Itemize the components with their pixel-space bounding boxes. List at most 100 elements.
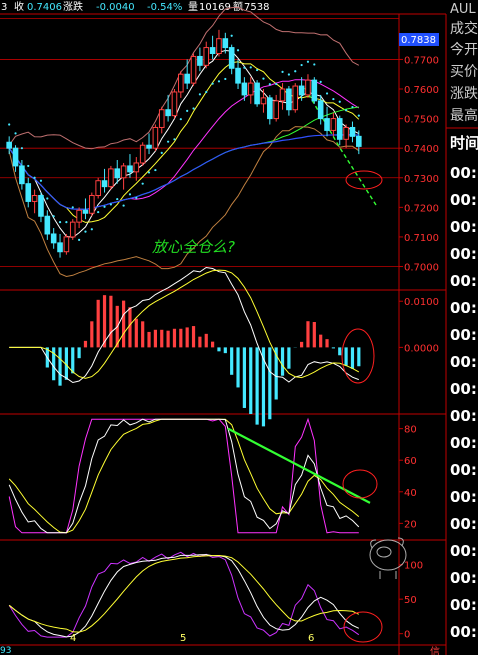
annotation-circle-kdj [342,469,378,499]
sar-dot [122,204,125,207]
candle-body [57,242,63,253]
sar-dot [294,70,297,73]
candle-body [127,165,133,173]
sar-dot [306,60,310,63]
last-price-tag: 0.7838 [399,33,439,46]
candle-body [336,118,343,140]
time-rows: 00: 00: 00: 00: 00: 00: 00: 00: 00: 00: 00: 00: 00: 0… [450,164,477,641]
candle-body [247,82,254,96]
date-label-6: 6 [308,633,314,644]
sar-dot [211,82,214,85]
macd-tick-label: 0.0000 [404,343,439,354]
moving-average-5 [8,49,360,239]
time-row: 00: [450,515,477,533]
candle-body [146,144,152,149]
oscillator-tick-label: 100 [404,561,423,572]
time-row: 00: [450,488,477,506]
date-axis-right-fragment: 信 [430,646,440,655]
time-row: 00: [450,623,477,641]
price-tick-label: 0.7100 [404,233,439,244]
change-label: 涨跌 [63,0,83,13]
kdj-tick-label: 80 [404,425,417,436]
sar-dot [319,80,322,84]
volume-value: 10169 [199,2,231,13]
last-price-value: 0.7838 [401,35,436,46]
sar-dot [65,221,68,224]
symbol-label: AUL [450,2,476,17]
change-value: -0.0040 [96,2,135,13]
sar-dot [90,228,93,231]
candle-body [311,79,318,102]
candle-body [241,82,248,96]
oscillator-slow-line [8,554,360,633]
sar-dot [217,80,221,83]
sar-dot [78,238,81,241]
sar-dot [230,34,233,37]
time-row: 00: [450,272,477,290]
price-tick-label: 0.7000 [404,263,439,274]
header-partial: 3 [1,2,7,13]
time-column-header: 时间 [450,134,478,152]
candle-body [349,126,356,137]
side-label-volume: 成交 [450,20,478,37]
macd-dea-line [9,269,360,379]
date-label-4: 4 [70,633,76,644]
sar-dot [300,63,303,67]
kdj-lines [8,417,371,534]
annotation-text: 放心全仓么? [152,238,235,256]
candle-body [38,195,44,217]
time-row: 00: [450,407,477,425]
time-row: 00: [450,434,477,452]
price-tick-label: 0.7700 [404,55,439,66]
time-row: 00: [450,596,477,614]
sar-dot [275,82,278,86]
price-tick-label: 0.7600 [404,85,439,96]
change-pct: -0.54% [147,2,182,13]
date-axis: 93 4 5 6 信 [0,633,440,655]
sar-dot [325,92,329,95]
volume-label: 量 [188,1,198,13]
candle-body [228,47,235,69]
sar-dot [192,107,195,110]
sar-dot [313,63,316,66]
close-value: 0.7406 [27,2,62,13]
candle-body [82,209,89,214]
price-tick-label: 0.7500 [404,115,439,126]
time-row: 00: [450,326,477,344]
candle-body [133,162,140,173]
moving-average-long [8,134,359,211]
sar-dot [8,123,11,126]
time-row: 00: [450,569,477,587]
time-row: 00: [450,380,477,398]
time-row: 00: [450,353,477,371]
sar-dot [160,151,163,155]
candle-body [260,97,267,105]
sar-dot [52,215,55,218]
candle-body [298,85,305,96]
candle-body [63,236,70,253]
candle-body [216,38,222,55]
kdj-tick-label: 20 [404,519,417,530]
sar-dot [205,90,208,94]
moving-average-40 [8,106,359,210]
side-label-bid: 买价 [450,64,478,80]
time-row: 00: [450,191,477,209]
sar-dot [351,105,354,109]
candle-body [286,88,292,111]
candle-body [273,100,279,120]
candle-body [44,215,51,235]
sar-dot [357,114,360,117]
price-axis: 0.7700 0.7600 0.7500 0.7400 0.7300 0.7200 0.71… [399,55,439,274]
sar-dot [167,140,170,143]
sar-dot [243,66,246,69]
candle-body [209,47,216,55]
candle-body [165,109,171,117]
sar-dot [58,221,62,224]
sar-dot [236,49,240,52]
sar-dot [109,203,112,206]
candle-body [101,180,108,188]
chart-canvas[interactable]: 3 收 0.7406 涨跌 -0.0040 -0.54% 量 10169 额 7… [0,0,478,655]
price-tick-label: 0.7400 [404,144,439,155]
price-overlays [8,6,377,278]
candle-body [330,118,337,131]
